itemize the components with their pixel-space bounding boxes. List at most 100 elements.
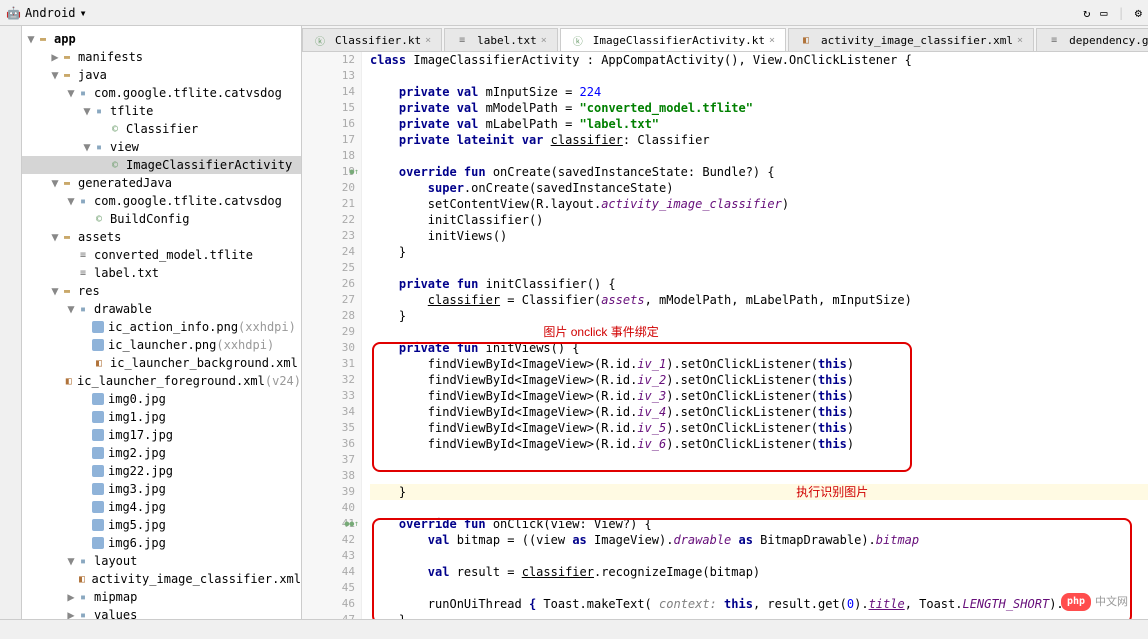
tree-item-label-txt[interactable]: ≡label.txt (22, 264, 301, 282)
code-line[interactable] (370, 548, 1148, 564)
tree-item-values[interactable]: ▶▪values (22, 606, 301, 619)
code-line[interactable]: } 执行识别图片 (370, 484, 1148, 500)
code-line[interactable]: runOnUiThread { Toast.makeText( context:… (370, 596, 1148, 612)
code-line[interactable] (370, 452, 1148, 468)
code-line[interactable]: findViewById<ImageView>(R.id.iv_4).setOn… (370, 404, 1148, 420)
image-icon (92, 429, 104, 441)
code-line[interactable]: private val mModelPath = "converted_mode… (370, 100, 1148, 116)
code-line[interactable] (370, 148, 1148, 164)
tree-item-classifier[interactable]: ©Classifier (22, 120, 301, 138)
code-line[interactable]: super.onCreate(savedInstanceState) (370, 180, 1148, 196)
tab-activity-image-classifier-xml[interactable]: ◧activity_image_classifier.xml × (788, 28, 1034, 51)
tab-imageclassifieractivity-kt[interactable]: ⓚImageClassifierActivity.kt × (560, 28, 786, 51)
code-line[interactable]: initViews() (370, 228, 1148, 244)
code-line[interactable]: } (370, 612, 1148, 619)
code-editor[interactable]: 1213141516171819●↑2021222324252627282930… (302, 52, 1148, 619)
tool-window-stripe[interactable] (0, 26, 22, 619)
tree-item-tflite[interactable]: ▼▪tflite (22, 102, 301, 120)
tree-item-ic-launcher-png[interactable]: ic_launcher.png (xxhdpi) (22, 336, 301, 354)
package-icon: ▪ (76, 608, 90, 619)
settings-icon[interactable]: ⚙ (1135, 6, 1142, 20)
code-line[interactable]: override fun onCreate(savedInstanceState… (370, 164, 1148, 180)
code-line[interactable]: override fun onClick(view: View?) { (370, 516, 1148, 532)
run-config-selector[interactable]: 🤖 Android ▾ (6, 6, 87, 20)
code-line[interactable]: findViewById<ImageView>(R.id.iv_5).setOn… (370, 420, 1148, 436)
code-line[interactable]: findViewById<ImageView>(R.id.iv_1).setOn… (370, 356, 1148, 372)
tab-classifier-kt[interactable]: ⓚClassifier.kt × (302, 28, 442, 51)
code-line[interactable] (370, 500, 1148, 516)
tab-label-txt[interactable]: ≡label.txt × (444, 28, 558, 51)
tree-item-com-google-tflite-catvsdog[interactable]: ▼▪com.google.tflite.catvsdog (22, 192, 301, 210)
close-icon[interactable]: × (769, 35, 775, 46)
tree-item-imageclassifieractivity[interactable]: ©ImageClassifierActivity (22, 156, 301, 174)
line-number: 38 (302, 468, 355, 484)
code-content[interactable]: class ImageClassifierActivity : AppCompa… (362, 52, 1148, 619)
close-icon[interactable]: × (1017, 35, 1023, 46)
close-icon[interactable]: × (541, 35, 547, 46)
tree-item-ic-launcher-background-xml[interactable]: ◧ic_launcher_background.xml (22, 354, 301, 372)
tree-item-converted-model-tflite[interactable]: ≡converted_model.tflite (22, 246, 301, 264)
line-number: 37 (302, 452, 355, 468)
tree-item-view[interactable]: ▼▪view (22, 138, 301, 156)
file-icon: ≡ (76, 266, 90, 280)
code-line[interactable] (370, 260, 1148, 276)
code-line[interactable]: initClassifier() (370, 212, 1148, 228)
sync-icon[interactable]: ↻ (1083, 6, 1090, 20)
project-tree[interactable]: ▼▬app▶▬manifests▼▬java▼▪com.google.tflit… (22, 26, 302, 619)
code-line[interactable]: val bitmap = ((view as ImageView).drawab… (370, 532, 1148, 548)
tree-item-buildconfig[interactable]: ©BuildConfig (22, 210, 301, 228)
tree-item-img3-jpg[interactable]: img3.jpg (22, 480, 301, 498)
xml-icon: ◧ (799, 33, 813, 47)
code-line[interactable] (370, 68, 1148, 84)
tree-item-img0-jpg[interactable]: img0.jpg (22, 390, 301, 408)
tree-item-ic-launcher-foreground-xml[interactable]: ◧ic_launcher_foreground.xml (v24) (22, 372, 301, 390)
tree-item-img1-jpg[interactable]: img1.jpg (22, 408, 301, 426)
code-line[interactable] (370, 580, 1148, 596)
tree-item-img22-jpg[interactable]: img22.jpg (22, 462, 301, 480)
code-line[interactable]: } (370, 244, 1148, 260)
tree-item-activity-image-classifier-xml[interactable]: ◧activity_image_classifier.xml (22, 570, 301, 588)
tree-item-java[interactable]: ▼▬java (22, 66, 301, 84)
tree-item-img6-jpg[interactable]: img6.jpg (22, 534, 301, 552)
tree-root[interactable]: ▼▬app (22, 30, 301, 48)
line-number: 44 (302, 564, 355, 580)
code-line[interactable]: private val mInputSize = 224 (370, 84, 1148, 100)
code-line[interactable]: findViewById<ImageView>(R.id.iv_2).setOn… (370, 372, 1148, 388)
tree-item-layout[interactable]: ▼▪layout (22, 552, 301, 570)
tree-item-ic-action-info-png[interactable]: ic_action_info.png (xxhdpi) (22, 318, 301, 336)
tab-dependency-gradle[interactable]: ≡dependency.gradle × (1036, 28, 1148, 51)
avd-icon[interactable]: ▭ (1100, 6, 1107, 20)
folder-icon: ▬ (60, 176, 74, 190)
line-number: 41●●↑ (302, 516, 355, 532)
tree-item-generatedjava[interactable]: ▼▬generatedJava (22, 174, 301, 192)
code-line[interactable]: findViewById<ImageView>(R.id.iv_3).setOn… (370, 388, 1148, 404)
code-line[interactable]: private fun initClassifier() { (370, 276, 1148, 292)
code-line[interactable]: findViewById<ImageView>(R.id.iv_6).setOn… (370, 436, 1148, 452)
code-line[interactable]: classifier = Classifier(assets, mModelPa… (370, 292, 1148, 308)
tree-item-drawable[interactable]: ▼▪drawable (22, 300, 301, 318)
tree-item-mipmap[interactable]: ▶▪mipmap (22, 588, 301, 606)
tree-item-manifests[interactable]: ▶▬manifests (22, 48, 301, 66)
line-number: 19●↑ (302, 164, 355, 180)
code-line[interactable]: val result = classifier.recognizeImage(b… (370, 564, 1148, 580)
code-line[interactable]: } (370, 308, 1148, 324)
tree-item-img5-jpg[interactable]: img5.jpg (22, 516, 301, 534)
status-bar (0, 619, 1148, 639)
tree-item-assets[interactable]: ▼▬assets (22, 228, 301, 246)
tree-item-com-google-tflite-catvsdog[interactable]: ▼▪com.google.tflite.catvsdog (22, 84, 301, 102)
code-line[interactable]: private fun initViews() { (370, 340, 1148, 356)
folder-icon: ▬ (60, 50, 74, 64)
tree-item-img17-jpg[interactable]: img17.jpg (22, 426, 301, 444)
code-line[interactable]: private val mLabelPath = "label.txt" (370, 116, 1148, 132)
close-icon[interactable]: × (425, 35, 431, 46)
line-number: 31 (302, 356, 355, 372)
code-line[interactable]: class ImageClassifierActivity : AppCompa… (370, 52, 1148, 68)
code-line[interactable]: 图片 onclick 事件绑定 (370, 324, 1148, 340)
tree-item-res[interactable]: ▼▬res (22, 282, 301, 300)
code-line[interactable]: setContentView(R.layout.activity_image_c… (370, 196, 1148, 212)
code-line[interactable] (370, 468, 1148, 484)
annotation-recognize: 执行识别图片 (796, 485, 868, 499)
tree-item-img2-jpg[interactable]: img2.jpg (22, 444, 301, 462)
code-line[interactable]: private lateinit var classifier: Classif… (370, 132, 1148, 148)
tree-item-img4-jpg[interactable]: img4.jpg (22, 498, 301, 516)
